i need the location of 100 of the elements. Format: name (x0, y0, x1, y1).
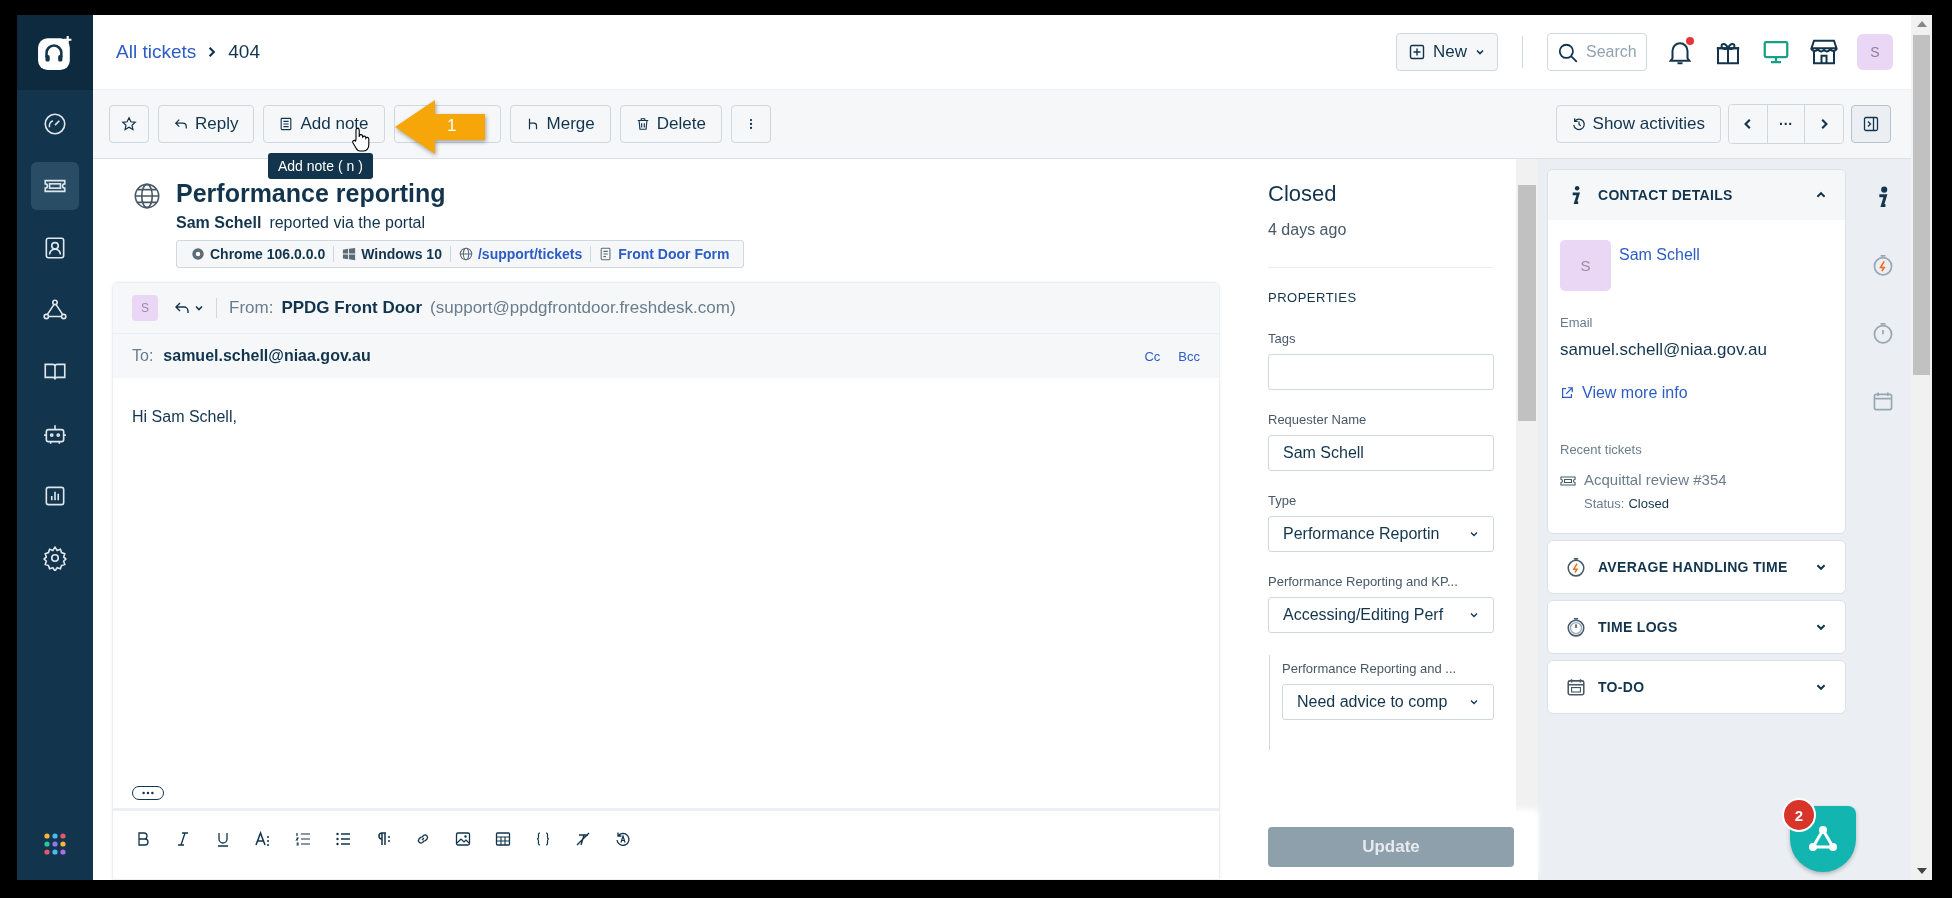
calendar-icon (1566, 677, 1586, 697)
field-label: Type (1268, 493, 1298, 508)
breadcrumb-link[interactable]: All tickets (116, 41, 197, 63)
italic-icon[interactable] (175, 831, 191, 847)
reporter-name: Sam Schell (176, 214, 262, 232)
bcc-link[interactable]: Bcc (1178, 348, 1200, 364)
caret-icon (194, 303, 204, 313)
numbered-list-icon[interactable] (295, 831, 311, 847)
status-time: 4 days ago (1268, 221, 1348, 239)
select-field[interactable]: Performance Reportin (1268, 516, 1494, 552)
new-button[interactable]: New (1396, 33, 1498, 71)
tooltip: Add note ( n ) (268, 153, 373, 179)
field-label: Tags (1268, 331, 1297, 346)
store-icon[interactable] (1809, 37, 1839, 67)
email-label: Email (1560, 315, 1594, 330)
delete-button[interactable]: Delete (619, 105, 722, 143)
sidebar-item[interactable] (31, 162, 79, 210)
image-icon[interactable] (455, 831, 471, 847)
ticket-status: Closed (1268, 181, 1338, 207)
plus-square-icon (1409, 44, 1425, 60)
apps-grid-icon[interactable] (43, 832, 67, 856)
braces-icon[interactable] (535, 831, 551, 847)
panel-toggle-button[interactable] (1851, 105, 1891, 143)
ticket-number: 404 (228, 41, 260, 63)
hand-cursor-icon (350, 127, 370, 153)
paragraph-icon[interactable] (375, 831, 391, 847)
properties-heading: PROPERTIES (1268, 290, 1358, 305)
link-icon[interactable] (415, 831, 431, 847)
reply-button[interactable]: Reply (158, 105, 255, 143)
pager-more-button[interactable]: ··· (1767, 105, 1805, 143)
reply-text: Hi Sam Schell, (132, 408, 238, 426)
font-size-icon[interactable] (255, 831, 271, 847)
select-field[interactable]: Accessing/Editing Perf (1268, 597, 1494, 633)
reply-editor[interactable]: Hi Sam Schell, (113, 378, 1219, 808)
scroll-down-icon[interactable] (1916, 868, 1927, 874)
chevron-left-icon (1742, 118, 1754, 130)
field-label: Performance Reporting and ... (1282, 661, 1458, 676)
timer-icon (1566, 617, 1586, 637)
select-field[interactable]: Need advice to comp (1282, 684, 1494, 720)
merge-button[interactable]: Merge (509, 105, 611, 143)
cc-link[interactable]: Cc (1144, 348, 1161, 364)
reply-icon (174, 117, 188, 131)
history-icon (1571, 117, 1586, 131)
reply-type-dropdown[interactable] (174, 300, 204, 316)
scrollbar-thumb[interactable] (1518, 185, 1536, 421)
ticket-source: reported via the portal (269, 214, 426, 232)
meta-link[interactable]: /support/tickets (449, 246, 591, 262)
contact-avatar: S (1560, 240, 1611, 291)
sidebar-panel-icon (1863, 116, 1879, 132)
ticket-icon (1560, 473, 1576, 489)
field-label: Requester Name (1268, 412, 1368, 427)
scroll-up-icon[interactable] (1916, 21, 1927, 27)
caret-icon (1475, 47, 1485, 57)
timer-icon (1872, 322, 1894, 344)
show-activities-button[interactable]: Show activities (1555, 105, 1721, 143)
show-quoted-button[interactable] (132, 786, 164, 800)
text-field[interactable] (1268, 354, 1494, 390)
reply-icon (174, 300, 190, 316)
star-icon (121, 116, 137, 132)
text-field[interactable]: Sam Schell (1268, 435, 1494, 471)
globe-icon (458, 247, 473, 261)
search-icon (1557, 42, 1579, 64)
section-title: CONTACT DETAILS (1598, 187, 1733, 203)
recipient-email: samuel.schell@niaa.gov.au (163, 347, 371, 365)
contact-name-link[interactable]: Sam Schell (1619, 246, 1700, 291)
search-field[interactable]: Search (1547, 33, 1647, 71)
settings-icon (42, 545, 68, 571)
table-icon[interactable] (495, 831, 511, 847)
recent-ticket-link[interactable]: Acquittal review #354 (1584, 471, 1727, 488)
stopwatch-icon (1566, 557, 1586, 577)
ticket-title: Performance reporting (176, 179, 447, 208)
scrollbar-thumb[interactable] (1913, 35, 1930, 375)
globe-icon (133, 182, 161, 210)
stopwatch-icon (1872, 254, 1894, 276)
status-label: Status: (1584, 496, 1625, 511)
notification-badge: 2 (1782, 798, 1816, 832)
bold-icon[interactable] (135, 831, 151, 847)
section-title: AVERAGE HANDLING TIME (1598, 559, 1788, 575)
gauge-icon (42, 111, 68, 137)
from-label: From: (229, 298, 274, 318)
logo-icon[interactable] (37, 34, 73, 71)
autocorrect-icon[interactable] (615, 831, 631, 847)
step-callout-tooltip: 1 (393, 98, 487, 156)
browser-icon (191, 247, 205, 261)
recent-tickets-label: Recent tickets (1560, 442, 1643, 457)
star-button[interactable] (109, 105, 149, 143)
view-more-link[interactable]: View more info (1560, 384, 1833, 402)
meta-item: Windows 10 (333, 246, 450, 262)
note-icon (279, 117, 294, 131)
clear-format-icon[interactable] (575, 831, 591, 847)
underline-icon[interactable] (215, 831, 231, 847)
chevron-right-icon (1818, 118, 1830, 130)
meta-link[interactable]: Front Door Form (590, 246, 738, 262)
section-title: TIME LOGS (1598, 619, 1678, 635)
ticket-status-value: Closed (1628, 496, 1669, 511)
bullet-list-icon[interactable] (335, 831, 351, 847)
contact-email: samuel.schell@niaa.gov.au (1560, 340, 1768, 360)
external-link-icon (1560, 386, 1574, 400)
add-note-button[interactable]: Add note (263, 105, 385, 143)
meta-item: Chrome 106.0.0.0 (183, 246, 334, 262)
